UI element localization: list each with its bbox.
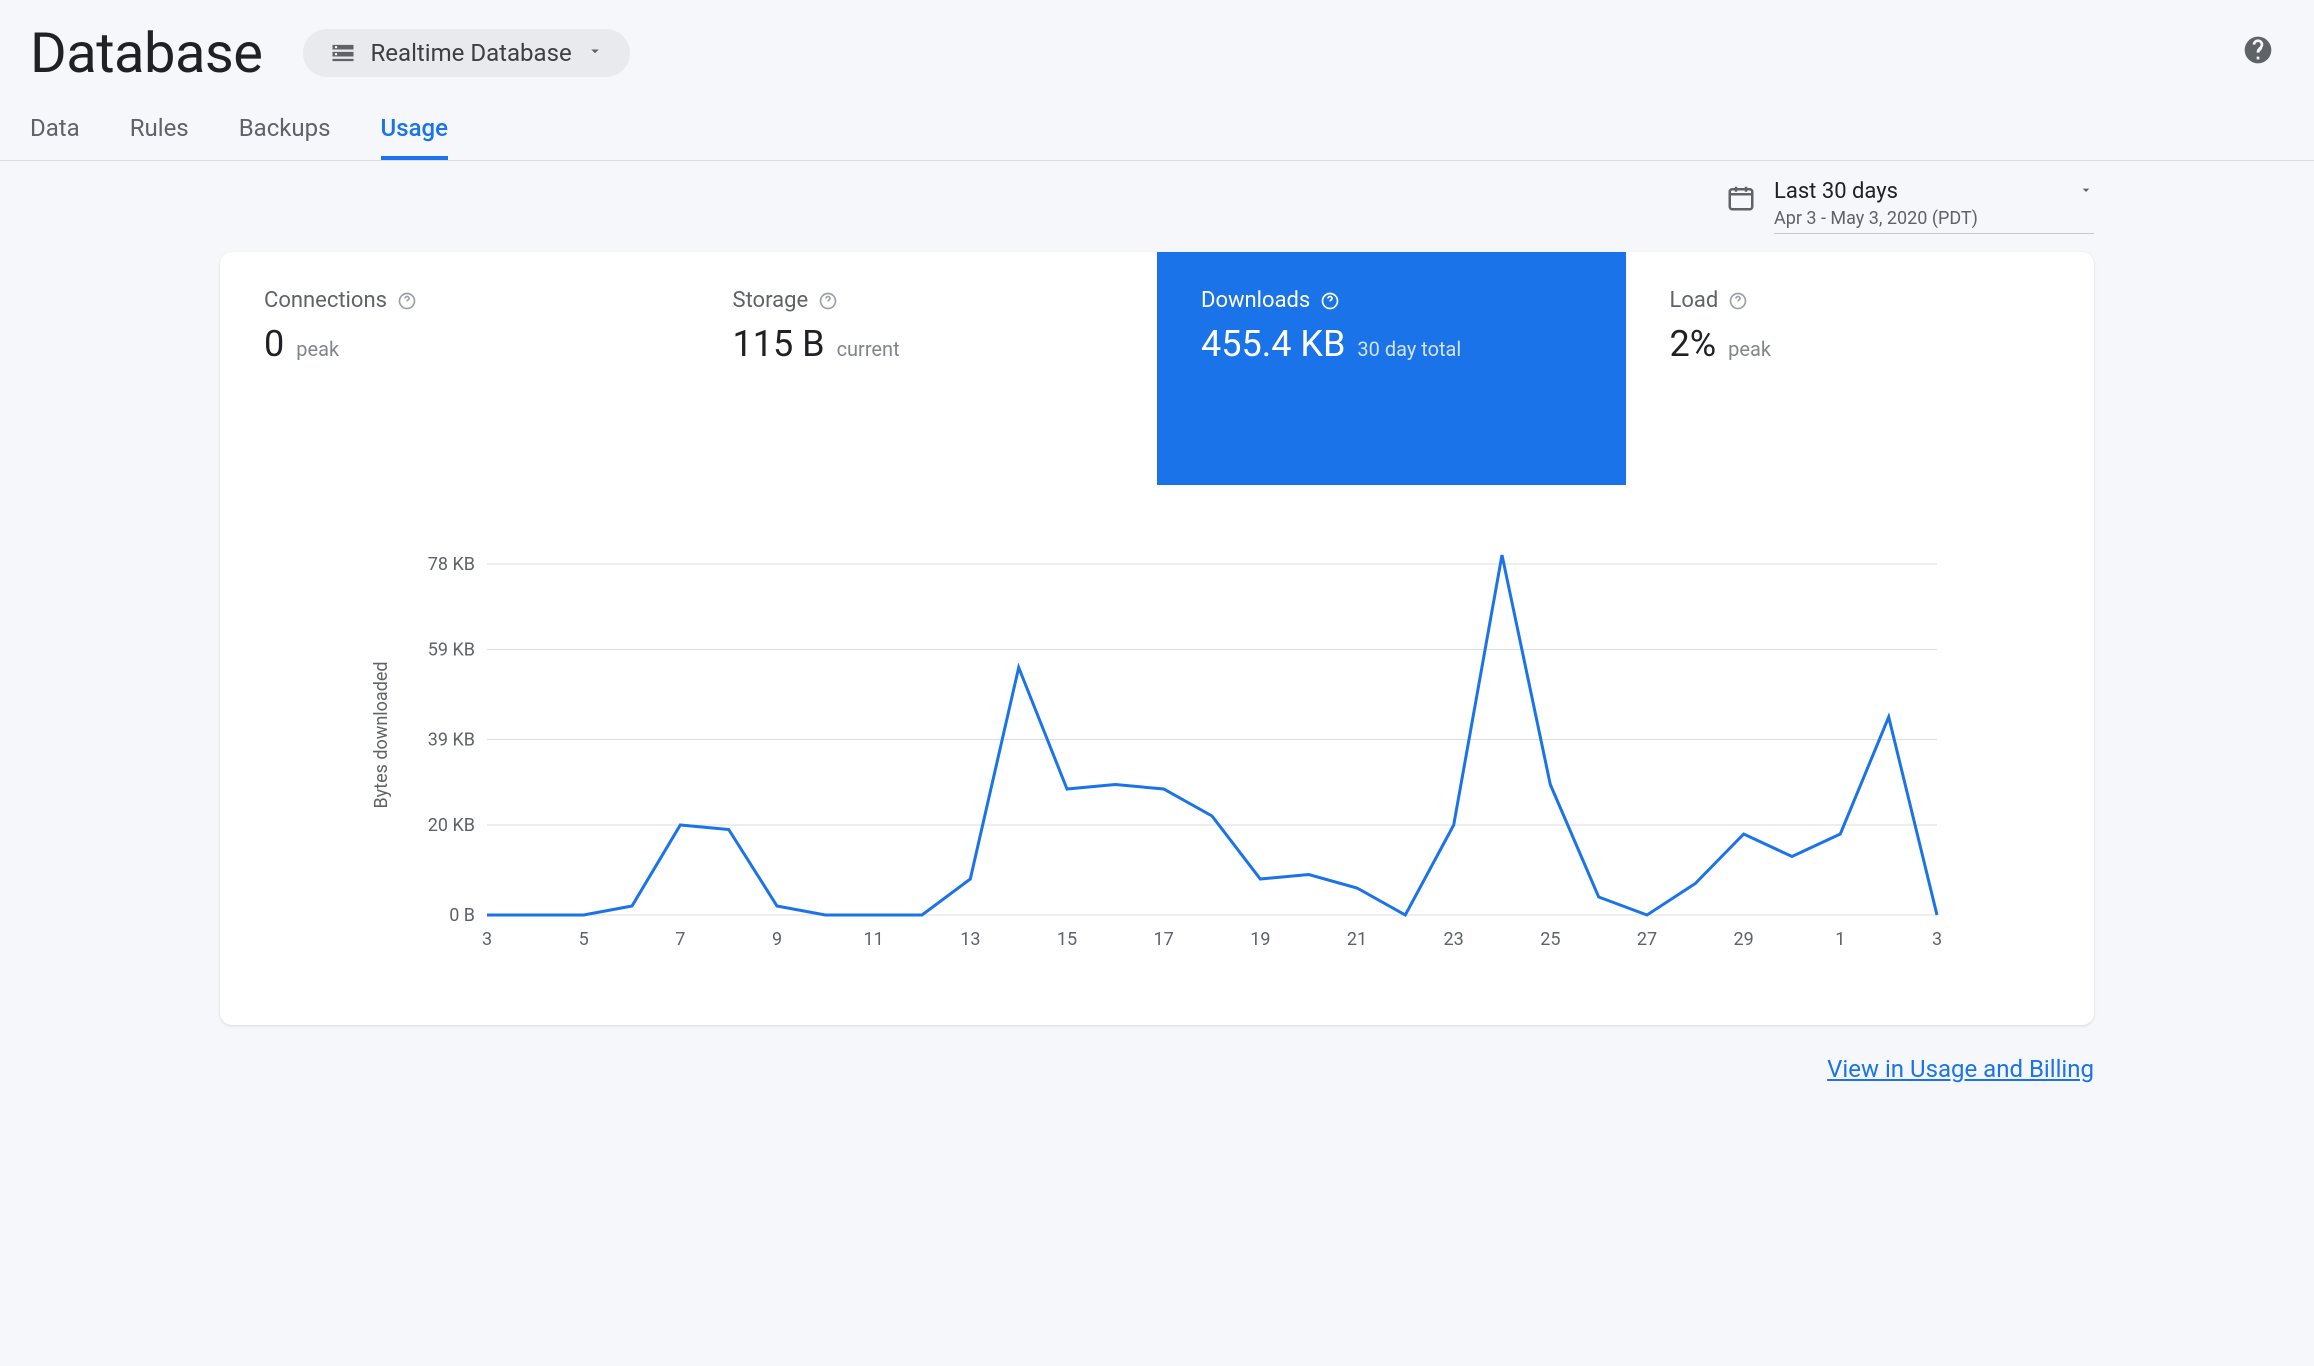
metric-storage-title: Storage (733, 288, 809, 313)
metric-storage[interactable]: Storage 115 B current (689, 252, 1158, 485)
svg-text:23: 23 (1444, 929, 1464, 950)
help-circle-icon[interactable] (1728, 291, 1748, 311)
svg-text:11: 11 (864, 929, 884, 950)
svg-text:7: 7 (675, 929, 685, 950)
chevron-down-icon (586, 42, 604, 64)
usage-card: Connections 0 peak Storage 115 B current (220, 252, 2094, 1025)
metric-load-suffix: peak (1728, 337, 1771, 361)
svg-text:78 KB: 78 KB (428, 554, 475, 575)
svg-text:17: 17 (1154, 929, 1174, 950)
date-range-label: Last 30 days (1774, 179, 1898, 204)
database-selector-label: Realtime Database (371, 39, 572, 67)
svg-text:Bytes downloaded: Bytes downloaded (371, 661, 392, 808)
help-circle-icon[interactable] (397, 291, 417, 311)
svg-text:21: 21 (1347, 929, 1367, 950)
metric-storage-value: 115 B (733, 323, 825, 365)
database-icon (329, 39, 357, 67)
date-range-sub: Apr 3 - May 3, 2020 (PDT) (1774, 208, 2094, 229)
svg-text:15: 15 (1057, 929, 1077, 950)
svg-text:27: 27 (1637, 929, 1657, 950)
calendar-icon (1726, 183, 1756, 217)
metric-downloads-value: 455.4 KB (1201, 323, 1345, 365)
svg-text:13: 13 (960, 929, 980, 950)
svg-text:0 B: 0 B (449, 905, 475, 926)
svg-text:9: 9 (772, 929, 782, 950)
svg-text:59 KB: 59 KB (428, 640, 475, 661)
metric-load[interactable]: Load 2% peak (1626, 252, 2095, 485)
help-icon[interactable] (2242, 34, 2274, 70)
metric-connections[interactable]: Connections 0 peak (220, 252, 689, 485)
database-selector[interactable]: Realtime Database (303, 29, 630, 77)
view-usage-billing-link[interactable]: View in Usage and Billing (1827, 1055, 2094, 1083)
metric-connections-title: Connections (264, 288, 387, 313)
metric-downloads-title: Downloads (1201, 288, 1310, 313)
tab-data[interactable]: Data (30, 114, 80, 160)
metric-connections-value: 0 (264, 323, 284, 365)
help-circle-icon[interactable] (1320, 291, 1340, 311)
svg-text:1: 1 (1835, 929, 1845, 950)
svg-text:39 KB: 39 KB (428, 730, 475, 751)
metric-load-value: 2% (1670, 323, 1717, 365)
tabs: Data Rules Backups Usage (0, 96, 2314, 161)
help-circle-icon[interactable] (818, 291, 838, 311)
svg-text:3: 3 (482, 929, 492, 950)
metric-downloads[interactable]: Downloads 455.4 KB 30 day total (1157, 252, 1626, 485)
date-range-selector[interactable]: Last 30 days Apr 3 - May 3, 2020 (PDT) (1774, 179, 2094, 234)
chevron-down-icon (2078, 179, 2094, 204)
svg-text:3: 3 (1932, 929, 1942, 950)
svg-text:25: 25 (1540, 929, 1560, 950)
svg-text:19: 19 (1250, 929, 1270, 950)
tab-rules[interactable]: Rules (130, 114, 189, 160)
downloads-chart: Bytes downloaded 0 B 20 KB 39 KB 59 KB 78 KB 3… (347, 545, 1967, 965)
metric-connections-suffix: peak (296, 337, 339, 361)
svg-text:5: 5 (579, 929, 589, 950)
page-title: Database (30, 20, 263, 86)
metric-load-title: Load (1670, 288, 1719, 313)
svg-text:20 KB: 20 KB (428, 815, 475, 836)
tab-backups[interactable]: Backups (239, 114, 331, 160)
svg-text:29: 29 (1734, 929, 1754, 950)
metric-storage-suffix: current (837, 337, 900, 361)
metric-downloads-suffix: 30 day total (1357, 337, 1461, 361)
tab-usage[interactable]: Usage (381, 114, 448, 160)
